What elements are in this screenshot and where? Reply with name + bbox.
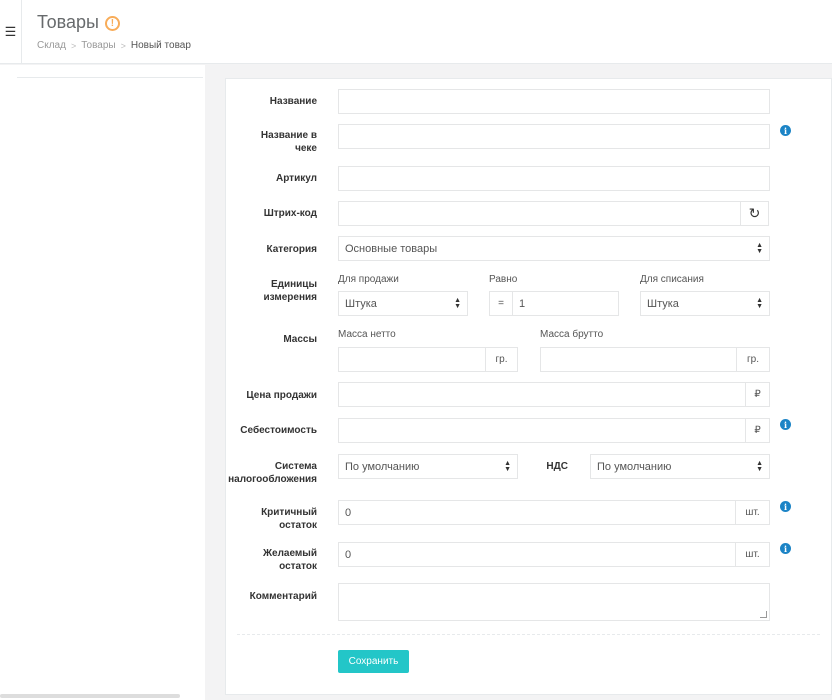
- units-writeoff-label: Для списания: [640, 274, 704, 285]
- receipt-name-label: Название в чеке: [260, 130, 317, 154]
- breadcrumb-separator: >: [70, 40, 77, 51]
- units-writeoff-select[interactable]: Штука ▲ ▼: [640, 291, 770, 316]
- menu-toggle-icon[interactable]: ☰: [0, 0, 22, 64]
- mass-gross-input[interactable]: [540, 347, 737, 372]
- units-sale-label: Для продажи: [338, 274, 399, 285]
- mass-net-input[interactable]: [338, 347, 486, 372]
- cost-label: Себестоимость: [240, 425, 317, 436]
- mass-net-label: Масса нетто: [338, 329, 396, 340]
- breadcrumb-separator: >: [120, 40, 126, 51]
- units-sale-select[interactable]: Штука ▲ ▼: [338, 291, 468, 316]
- breadcrumb-item-new-product: Новый товар: [130, 40, 191, 51]
- critical-stock-info-icon[interactable]: i: [780, 501, 791, 512]
- cost-info-icon[interactable]: i: [780, 419, 791, 430]
- critical-stock-input[interactable]: 0: [338, 500, 736, 525]
- cost-input[interactable]: [338, 418, 746, 443]
- breadcrumb-item-warehouse[interactable]: Склад: [37, 40, 66, 51]
- mass-label: Массы: [283, 334, 317, 345]
- sidebar-divider: [17, 77, 203, 78]
- desired-stock-label: Желаемый остаток: [262, 548, 317, 572]
- mass-net-unit: гр.: [485, 347, 518, 372]
- page-title: Товары !: [37, 12, 120, 33]
- critical-stock-unit: шт.: [735, 500, 770, 525]
- category-value: Основные товары: [345, 242, 438, 255]
- tax-system-value: По умолчанию: [345, 460, 420, 473]
- critical-stock-label: Критичный остаток: [261, 507, 317, 531]
- select-arrows-icon: ▲ ▼: [756, 459, 763, 473]
- name-input[interactable]: [338, 89, 770, 114]
- vat-label: НДС: [546, 461, 568, 472]
- desired-stock-input[interactable]: 0: [338, 542, 736, 567]
- sale-price-label: Цена продажи: [246, 390, 317, 401]
- mass-gross-unit: гр.: [736, 347, 770, 372]
- category-select[interactable]: Основные товары ▲ ▼: [338, 236, 770, 261]
- sidebar: [0, 65, 205, 700]
- breadcrumb-item-products[interactable]: Товары: [81, 40, 115, 51]
- select-arrows-icon: ▲ ▼: [756, 241, 763, 255]
- sale-price-currency: ₽: [745, 382, 770, 407]
- refresh-icon[interactable]: ↻: [740, 201, 769, 226]
- barcode-input[interactable]: [338, 201, 741, 226]
- equals-addon: =: [489, 291, 513, 316]
- cost-currency: ₽: [745, 418, 770, 443]
- category-label: Категория: [266, 244, 317, 255]
- page-title-text: Товары: [37, 12, 99, 32]
- barcode-label: Штрих-код: [263, 208, 317, 219]
- select-arrows-icon: ▲ ▼: [454, 296, 461, 310]
- mass-gross-label: Масса брутто: [540, 329, 604, 340]
- units-equals-label: Равно: [489, 274, 518, 285]
- comment-textarea[interactable]: [338, 583, 770, 621]
- resize-grip-icon[interactable]: [760, 611, 767, 618]
- name-label: Название: [269, 96, 317, 107]
- tax-system-label: Система налогообложения: [228, 461, 317, 485]
- receipt-name-info-icon[interactable]: i: [780, 125, 791, 136]
- page-header: ☰ Товары ! Склад > Товары > Новый товар: [0, 0, 832, 64]
- desired-stock-unit: шт.: [735, 542, 770, 567]
- sale-price-input[interactable]: [338, 382, 746, 407]
- vat-value: По умолчанию: [597, 460, 672, 473]
- form-divider: [237, 634, 820, 635]
- warning-icon[interactable]: !: [104, 16, 120, 31]
- breadcrumb: Склад > Товары > Новый товар: [37, 40, 191, 51]
- select-arrows-icon: ▲ ▼: [504, 459, 511, 473]
- desired-stock-info-icon[interactable]: i: [780, 543, 791, 554]
- comment-label: Комментарий: [249, 591, 317, 602]
- units-ratio-input[interactable]: 1: [512, 291, 619, 316]
- units-sale-value: Штука: [345, 297, 377, 310]
- units-label: Единицы измерения: [263, 279, 317, 303]
- receipt-name-input[interactable]: [338, 124, 770, 149]
- select-arrows-icon: ▲ ▼: [756, 296, 763, 310]
- units-writeoff-value: Штука: [647, 297, 679, 310]
- vat-select[interactable]: По умолчанию ▲ ▼: [590, 454, 770, 479]
- article-input[interactable]: [338, 166, 770, 191]
- tax-system-select[interactable]: По умолчанию ▲ ▼: [338, 454, 518, 479]
- article-label: Артикул: [275, 173, 317, 184]
- horizontal-scrollbar[interactable]: [0, 694, 180, 698]
- save-button[interactable]: Сохранить: [338, 650, 409, 673]
